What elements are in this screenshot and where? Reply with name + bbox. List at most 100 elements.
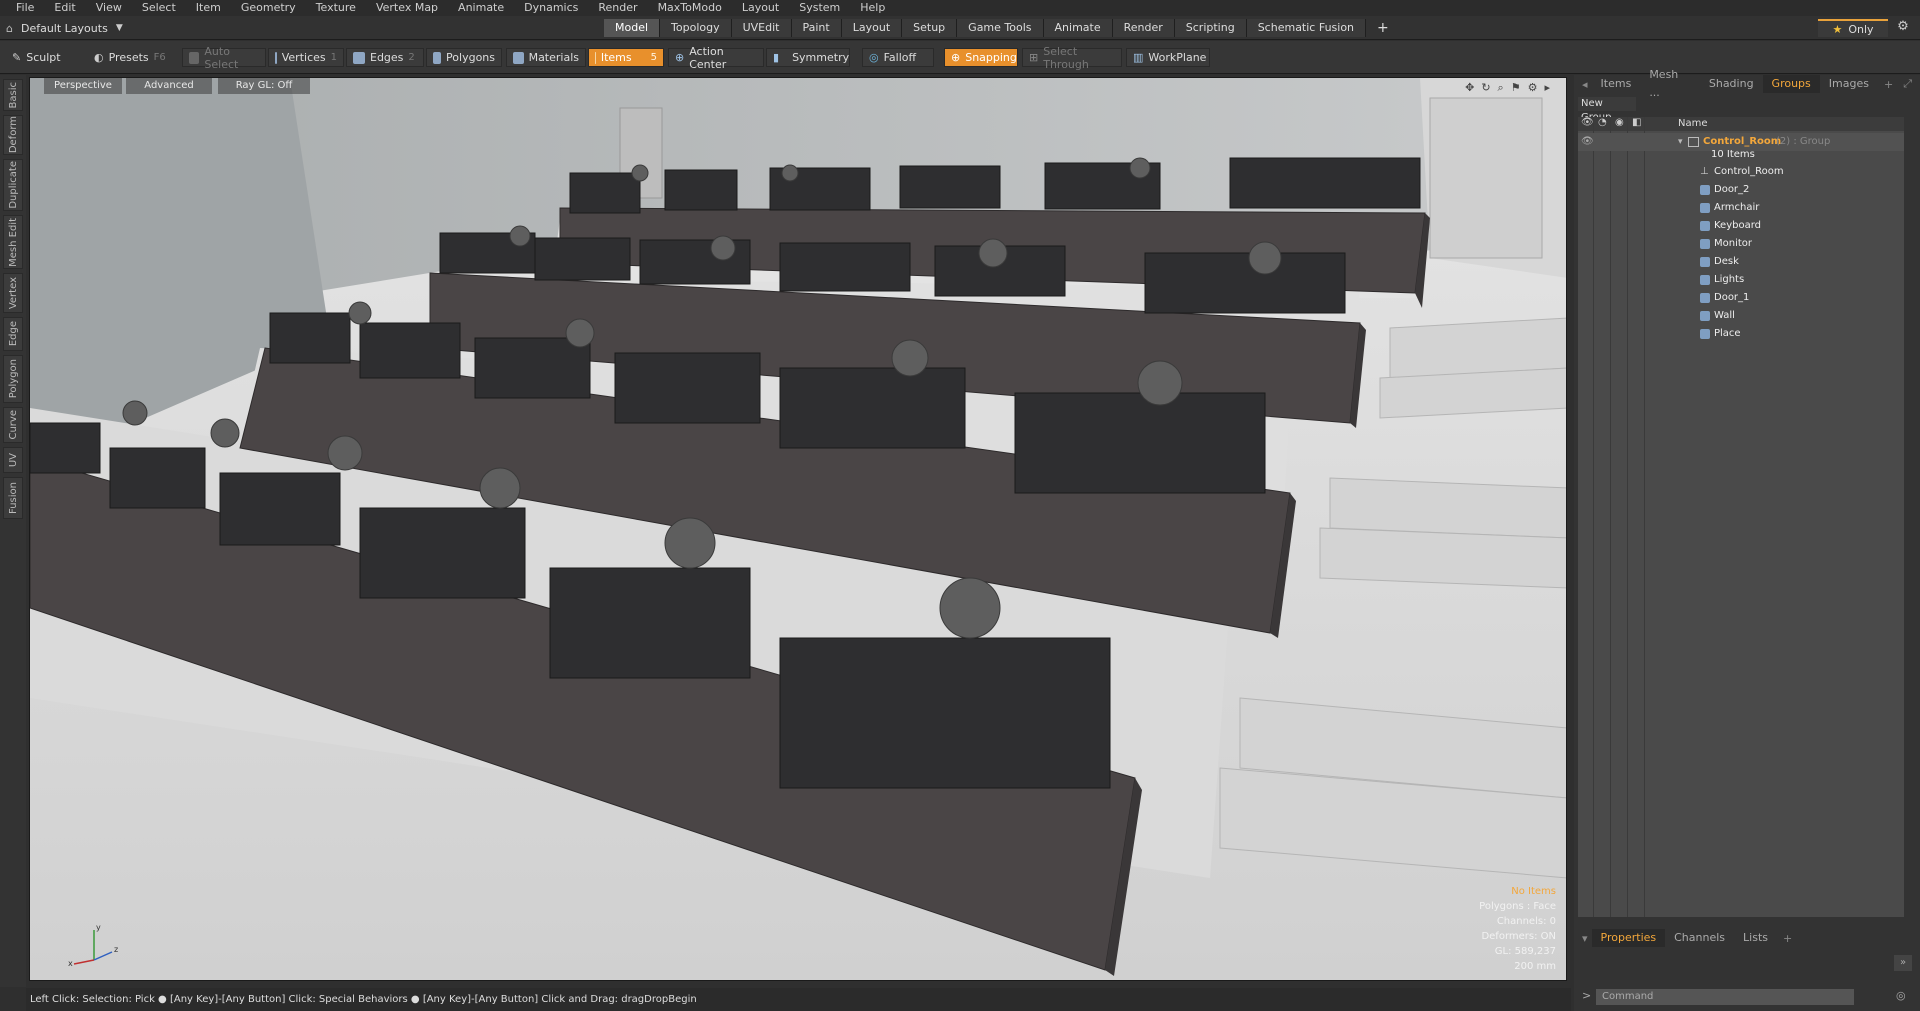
vtab-curve[interactable]: Curve bbox=[3, 407, 23, 443]
materials-button[interactable]: Materials bbox=[506, 48, 586, 67]
tree-item[interactable]: Desk bbox=[1578, 253, 1904, 271]
info-channels: Channels: 0 bbox=[1496, 916, 1556, 927]
tab-channels[interactable]: Channels bbox=[1665, 929, 1734, 947]
shading-mode-label: Advanced bbox=[144, 80, 194, 91]
tab-images[interactable]: Images bbox=[1820, 75, 1878, 93]
tree-item[interactable]: Monitor bbox=[1578, 235, 1904, 253]
tab-properties[interactable]: Properties bbox=[1591, 929, 1666, 947]
vtab-vertex[interactable]: Vertex bbox=[3, 273, 23, 313]
vtab-edge[interactable]: Edge bbox=[3, 317, 23, 351]
menu-help[interactable]: Help bbox=[850, 0, 895, 16]
tree-item[interactable]: Door_2 bbox=[1578, 181, 1904, 199]
tab-layout[interactable]: Layout bbox=[841, 19, 903, 37]
tab-game-tools[interactable]: Game Tools bbox=[957, 19, 1044, 37]
edges-button[interactable]: Edges 2 bbox=[346, 48, 424, 67]
vtab-duplicate[interactable]: Duplicate bbox=[3, 159, 23, 211]
move-view-icon[interactable]: ✥ bbox=[1465, 81, 1474, 95]
vertices-button[interactable]: Vertices 1 bbox=[268, 48, 344, 67]
tab-mesh[interactable]: Mesh ... bbox=[1640, 66, 1700, 102]
view-type-dropdown[interactable]: Perspective bbox=[44, 78, 122, 94]
menu-maxtomodo[interactable]: MaxToModo bbox=[648, 0, 732, 16]
tab-model[interactable]: Model bbox=[604, 19, 661, 37]
home-icon[interactable]: ⌂ bbox=[6, 22, 13, 35]
tree-item[interactable]: Place bbox=[1578, 325, 1904, 343]
select-through-button[interactable]: ⊞ Select Through bbox=[1022, 45, 1122, 71]
tab-scripting[interactable]: Scripting bbox=[1174, 19, 1247, 37]
menu-texture[interactable]: Texture bbox=[306, 0, 366, 16]
tab-lists[interactable]: Lists bbox=[1734, 929, 1777, 947]
falloff-button[interactable]: ◎ Falloff bbox=[862, 48, 934, 67]
mesh-icon bbox=[1700, 203, 1710, 213]
menu-edit[interactable]: Edit bbox=[44, 0, 85, 16]
tab-groups[interactable]: Groups bbox=[1762, 75, 1820, 93]
sculpt-button[interactable]: ✎ Sculpt bbox=[6, 48, 86, 67]
viewport-menu-icon[interactable]: ▸ bbox=[1544, 81, 1550, 95]
polygons-button[interactable]: Polygons bbox=[426, 48, 502, 67]
info-items: No Items bbox=[1511, 886, 1556, 897]
vtab-deform[interactable]: Deform bbox=[3, 115, 23, 155]
auto-select-button[interactable]: Auto Select bbox=[182, 45, 266, 71]
fit-view-icon[interactable]: ⚑ bbox=[1511, 81, 1521, 95]
menu-render[interactable]: Render bbox=[588, 0, 647, 16]
panel-collapse-icon[interactable]: ◂ bbox=[1578, 78, 1592, 91]
add-properties-tab-icon[interactable]: + bbox=[1777, 932, 1798, 945]
scene-render bbox=[30, 78, 1566, 980]
snapping-button[interactable]: ⊕ Snapping bbox=[944, 48, 1018, 67]
falloff-icon: ◎ bbox=[869, 51, 879, 64]
tab-paint[interactable]: Paint bbox=[791, 19, 842, 37]
menu-animate[interactable]: Animate bbox=[448, 0, 514, 16]
tree-item[interactable]: Keyboard bbox=[1578, 217, 1904, 235]
action-center-button[interactable]: ⊕ Action Center bbox=[668, 45, 764, 71]
command-prompt-icon: > bbox=[1582, 989, 1592, 1002]
vtab-basic[interactable]: Basic bbox=[3, 79, 23, 111]
menu-view[interactable]: View bbox=[86, 0, 132, 16]
menu-system[interactable]: System bbox=[789, 0, 850, 16]
workplane-button[interactable]: ▥ WorkPlane bbox=[1126, 48, 1210, 67]
vtab-polygon[interactable]: Polygon bbox=[3, 355, 23, 403]
tab-uvedit[interactable]: UVEdit bbox=[731, 19, 792, 37]
shading-mode-dropdown[interactable]: Advanced bbox=[126, 78, 212, 94]
items-button[interactable]: Items 5 bbox=[588, 48, 664, 67]
tree-item[interactable]: Door_1 bbox=[1578, 289, 1904, 307]
menu-select[interactable]: Select bbox=[132, 0, 186, 16]
add-tab-button[interactable]: + bbox=[1366, 19, 1400, 37]
tree-item[interactable]: Wall bbox=[1578, 307, 1904, 325]
tree-item[interactable]: Armchair bbox=[1578, 199, 1904, 217]
gear-icon[interactable]: ⚙ bbox=[1894, 19, 1912, 37]
add-panel-tab-icon[interactable]: + bbox=[1878, 78, 1899, 91]
vtab-mesh-edit[interactable]: Mesh Edit bbox=[3, 215, 23, 269]
tab-animate[interactable]: Animate bbox=[1043, 19, 1113, 37]
vtab-uv[interactable]: UV bbox=[3, 447, 23, 473]
tab-shading[interactable]: Shading bbox=[1700, 75, 1763, 93]
tab-schematic-fusion[interactable]: Schematic Fusion bbox=[1246, 19, 1367, 37]
expand-panel-icon[interactable]: ⤢ bbox=[1899, 77, 1916, 91]
expand-arrow-button[interactable]: » bbox=[1894, 955, 1912, 971]
tree-item[interactable]: Lights bbox=[1578, 271, 1904, 289]
vtab-fusion[interactable]: Fusion bbox=[3, 477, 23, 519]
only-button[interactable]: ★ Only bbox=[1818, 19, 1888, 37]
properties-collapse-icon[interactable]: ▾ bbox=[1578, 932, 1592, 945]
command-history-icon[interactable]: ◎ bbox=[1896, 989, 1906, 1002]
tab-render[interactable]: Render bbox=[1112, 19, 1175, 37]
menu-geometry[interactable]: Geometry bbox=[231, 0, 306, 16]
menu-layout[interactable]: Layout bbox=[732, 0, 789, 16]
tab-setup[interactable]: Setup bbox=[902, 19, 958, 37]
raygl-toggle[interactable]: Ray GL: Off bbox=[218, 78, 310, 94]
zoom-view-icon[interactable]: ⌕ bbox=[1498, 81, 1504, 95]
view-settings-icon[interactable]: ⚙ bbox=[1528, 81, 1538, 95]
menu-dynamics[interactable]: Dynamics bbox=[514, 0, 588, 16]
new-group-button[interactable]: New Group bbox=[1578, 97, 1636, 123]
menu-vertex-map[interactable]: Vertex Map bbox=[366, 0, 448, 16]
tab-items[interactable]: Items bbox=[1592, 75, 1641, 93]
symmetry-button[interactable]: ▮ Symmetry bbox=[766, 48, 850, 67]
presets-button[interactable]: ◐ Presets F6 bbox=[88, 48, 172, 67]
menu-item[interactable]: Item bbox=[186, 0, 231, 16]
command-input[interactable]: Command bbox=[1596, 989, 1854, 1005]
tree-item[interactable]: ⊥ Control_Room bbox=[1578, 163, 1904, 181]
rotate-view-icon[interactable]: ↻ bbox=[1481, 81, 1490, 95]
layout-dropdown[interactable]: ⌂ Default Layouts ▼ bbox=[6, 19, 123, 37]
3d-viewport[interactable]: Perspective Advanced Ray GL: Off ✥ ↻ ⌕ ⚑… bbox=[29, 77, 1567, 981]
groups-tree: 👁 ◔ ◉ ◧ Name 👁 ▾ Control_Room (2) : Grou… bbox=[1578, 117, 1904, 917]
tab-topology[interactable]: Topology bbox=[660, 19, 732, 37]
menu-file[interactable]: File bbox=[6, 0, 44, 16]
